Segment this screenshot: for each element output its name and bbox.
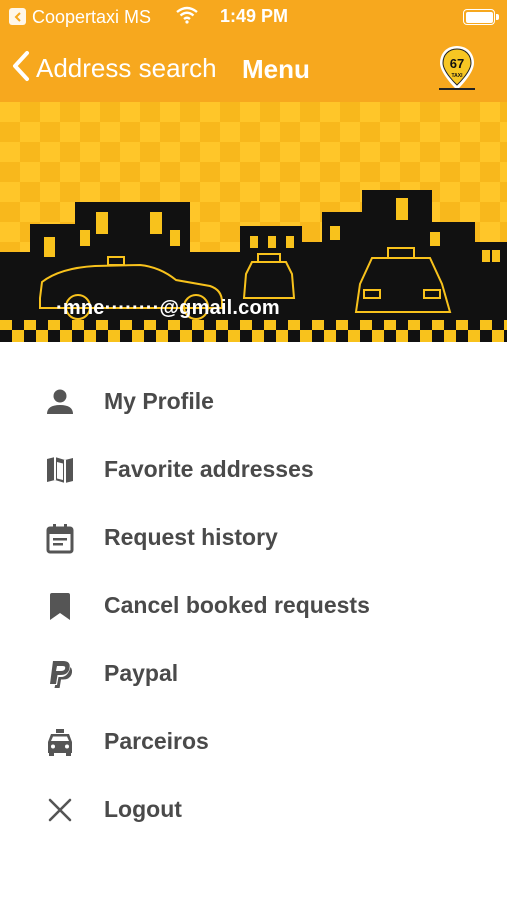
- taxi-logo: 67 TAXI: [437, 44, 477, 94]
- page-title: Menu: [242, 54, 310, 84]
- back-button[interactable]: Address search: [12, 50, 217, 87]
- menu-item-label: Favorite addresses: [104, 456, 314, 482]
- taxi-icon: [44, 726, 76, 758]
- menu-item-cancel-booked-requests[interactable]: Cancel booked requests: [0, 570, 507, 638]
- svg-text:67: 67: [450, 56, 464, 71]
- profile-banner: ·mne········@gmail.com: [0, 102, 507, 342]
- menu-item-paypal[interactable]: Paypal: [0, 638, 507, 706]
- menu-item-my-profile[interactable]: My Profile: [0, 366, 507, 434]
- user-email: ·mne········@gmail.com: [56, 297, 280, 319]
- menu-item-label: Paypal: [104, 660, 179, 686]
- svg-text:TAXI: TAXI: [451, 73, 463, 79]
- menu-item-logout[interactable]: Logout: [0, 774, 507, 842]
- back-button-label: Address search: [36, 53, 217, 83]
- status-bar: Coopertaxi MS 1:49 PM: [0, 0, 507, 34]
- menu-item-label: Logout: [104, 796, 182, 822]
- chevron-left-icon: [12, 50, 30, 87]
- menu-item-label: Request history: [104, 524, 278, 550]
- menu-item-label: My Profile: [104, 388, 214, 414]
- navigation-bar: Address search Menu 67 TAXI: [0, 34, 507, 102]
- carrier-name: Coopertaxi MS: [32, 7, 152, 27]
- wifi-icon: [176, 6, 198, 29]
- paypal-icon: [44, 658, 76, 690]
- bookmark-icon: [44, 590, 76, 622]
- menu-item-label: Parceiros: [104, 728, 209, 754]
- menu-item-parceiros[interactable]: Parceiros: [0, 706, 507, 774]
- person-icon: [44, 386, 76, 418]
- close-icon: [44, 794, 76, 826]
- menu-item-request-history[interactable]: Request history: [0, 502, 507, 570]
- back-to-app-icon[interactable]: [9, 8, 26, 25]
- calendar-icon: [44, 522, 76, 554]
- side-menu: My Profile Favorite addresses Request hi…: [0, 366, 507, 842]
- menu-item-favorite-addresses[interactable]: Favorite addresses: [0, 434, 507, 502]
- menu-item-label: Cancel booked requests: [104, 592, 370, 618]
- status-time: 1:49 PM: [220, 6, 289, 26]
- battery-icon: [463, 9, 499, 25]
- map-icon: [44, 454, 76, 486]
